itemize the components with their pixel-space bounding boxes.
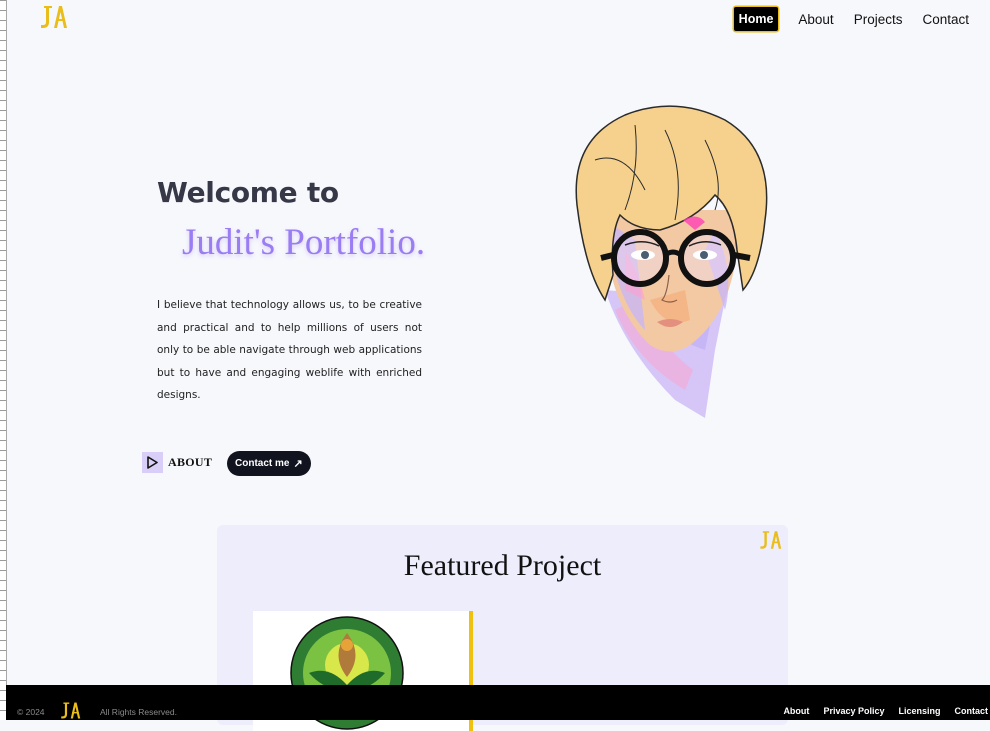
site-logo[interactable] [38,4,68,30]
portrait-illustration [575,105,768,418]
main-nav: Home About Projects Contact [733,7,969,31]
hero-description: I believe that technology allows us, to … [157,299,422,401]
nav-projects[interactable]: Projects [854,12,903,27]
play-icon [142,452,163,473]
footer-link-contact[interactable]: Contact [955,706,989,716]
hero-title: Welcome to [157,176,339,209]
arrow-up-right-icon: ↗ [293,458,303,470]
contact-me-button[interactable]: Contact me ↗ [227,451,311,476]
footer-link-privacy[interactable]: Privacy Policy [823,706,884,716]
featured-title: Featured Project [403,549,602,582]
vertical-ruler [0,0,7,720]
footer-copyright: © 2024 [17,707,45,717]
about-label: ABOUT [168,455,213,469]
footer: © 2024 All Rights Reserved. About Privac… [6,685,990,720]
featured-logo [760,531,782,549]
nav-about[interactable]: About [798,12,833,27]
footer-link-licensing[interactable]: Licensing [898,706,940,716]
footer-logo[interactable] [58,701,82,720]
footer-links: About Privacy Policy Licensing Contact [769,706,988,716]
hero-subtitle: Judit's Portfolio. [182,222,426,263]
footer-link-about[interactable]: About [783,706,809,716]
footer-rights: All Rights Reserved. [100,707,178,717]
contact-me-label: Contact me [235,458,290,469]
nav-home[interactable]: Home [733,7,779,31]
about-link[interactable]: ABOUT [142,452,212,473]
nav-contact[interactable]: Contact [922,12,969,27]
